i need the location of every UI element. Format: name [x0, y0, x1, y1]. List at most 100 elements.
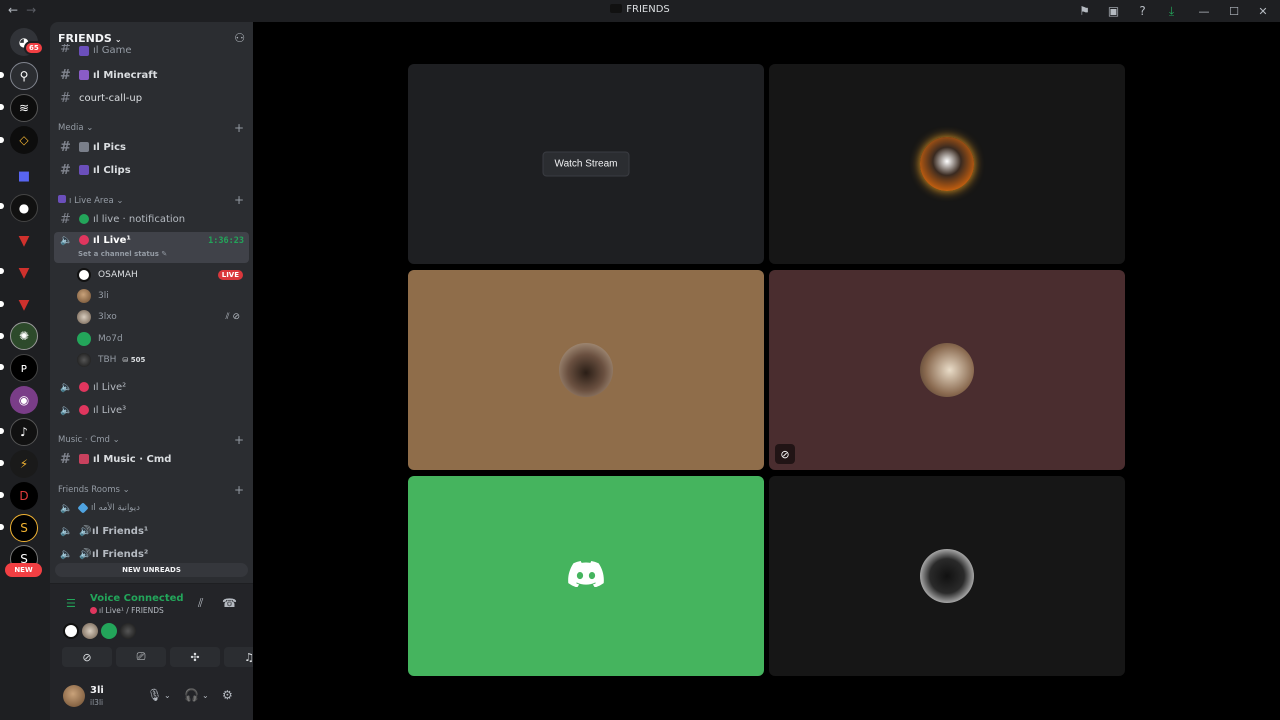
category-media[interactable]: Media ⌄ +: [58, 120, 248, 136]
title-bar: ← → FRIENDS ⚑ ▣ ? ⤓ — ☐ ✕: [0, 0, 1280, 22]
voice-connected-subtitle[interactable]: ıl Live¹ / FRIENDS: [90, 606, 164, 615]
back-arrow-icon[interactable]: ←: [8, 3, 18, 17]
participant-tile[interactable]: [408, 270, 764, 470]
category-live-area[interactable]: ı Live Area ⌄ +: [58, 192, 248, 208]
speaker-icon: 🔈: [60, 235, 73, 246]
add-channel-icon[interactable]: +: [234, 483, 244, 497]
folder-icon[interactable]: ■: [10, 162, 38, 190]
green-dot-icon: [79, 214, 89, 224]
game-emoji-icon: [79, 70, 89, 80]
maximize-button[interactable]: ☐: [1222, 5, 1246, 18]
voice-user[interactable]: OSAMAH LIVE: [77, 265, 247, 285]
server-icon[interactable]: S: [10, 514, 38, 542]
help-icon[interactable]: ?: [1128, 4, 1157, 18]
settings-gear-icon[interactable]: ⚙: [222, 688, 233, 702]
server-icon[interactable]: ▼: [10, 227, 38, 255]
new-badge[interactable]: NEW: [5, 563, 42, 577]
red-dot-icon: [90, 607, 97, 614]
red-dot-icon: [79, 382, 89, 392]
chevron-down-icon: ⌄: [112, 435, 120, 445]
avatar[interactable]: [82, 623, 98, 639]
server-icon[interactable]: ▼: [10, 291, 38, 319]
voice-channel-live2[interactable]: 🔈 ıl Live²: [54, 377, 249, 397]
activities-button[interactable]: ✣: [170, 647, 220, 667]
participant-tile[interactable]: ⊘: [769, 270, 1125, 470]
server-icon[interactable]: ▼: [10, 259, 38, 287]
server-icon[interactable]: ᴘ: [10, 354, 38, 382]
voice-channel-friends2[interactable]: 🔈 🔊 ıl Friends²: [54, 544, 249, 564]
server-icon[interactable]: ◉: [10, 386, 38, 414]
category-friends-rooms[interactable]: Friends Rooms ⌄ +: [58, 482, 248, 498]
signal-icon[interactable]: ☰: [66, 597, 76, 610]
headphones-icon[interactable]: 🎧: [184, 688, 199, 702]
stream-tile[interactable]: Watch Stream: [408, 64, 764, 264]
server-icon[interactable]: ●: [10, 194, 38, 222]
participant-tile[interactable]: [769, 64, 1125, 264]
server-icon[interactable]: D: [10, 482, 38, 510]
username: 3li: [90, 685, 104, 696]
channel-minecraft[interactable]: # ıl Minecraft: [54, 65, 249, 85]
voice-channel-diwaniya[interactable]: 🔈 ıl دیوانیة الأمه: [54, 498, 249, 518]
voice-user[interactable]: 3lxo ⫽⊘: [77, 307, 247, 327]
speaker-icon: 🔈: [60, 502, 73, 514]
invite-icon[interactable]: ⚇: [234, 31, 245, 45]
noise-suppression-icon[interactable]: ⫽: [198, 596, 203, 611]
chevron-down-icon: ⌄: [114, 34, 122, 44]
chevron-down-icon[interactable]: ⌄: [202, 691, 209, 700]
channel-court-call-up[interactable]: # court-call-up: [54, 88, 249, 108]
channel-music-cmd[interactable]: # ıl Music · Cmd: [54, 449, 249, 469]
channel-game[interactable]: # ıl Game: [54, 44, 249, 56]
channel-live-notification[interactable]: # ıl live · notification: [54, 209, 249, 229]
user-panel: 3li il3li 🎙 ⌄ 🎧 ⌄ ⚙: [50, 677, 253, 720]
add-channel-icon[interactable]: +: [234, 433, 244, 447]
minimize-button[interactable]: —: [1186, 5, 1222, 18]
server-icon[interactable]: ♪: [10, 418, 38, 446]
watch-stream-button[interactable]: Watch Stream: [542, 151, 630, 177]
red-dot-icon: [79, 235, 89, 245]
forward-arrow-icon[interactable]: →: [26, 3, 36, 17]
voice-channel-live1[interactable]: 🔈 ıl Live¹ 1:36:23 Set a channel status ✎: [54, 232, 249, 263]
server-pill: [0, 104, 4, 110]
voice-channel-friends1[interactable]: 🔈 🔊 ıl Friends¹: [54, 521, 249, 541]
home-badge: 65: [24, 41, 44, 55]
music-emoji-icon: [79, 454, 89, 464]
close-button[interactable]: ✕: [1246, 5, 1280, 18]
server-icon[interactable]: ◇: [10, 126, 38, 154]
avatar[interactable]: [101, 623, 117, 639]
chevron-down-icon: ⌄: [116, 195, 124, 206]
screen-share-button[interactable]: ⎚: [116, 647, 166, 667]
disconnect-icon[interactable]: ☎: [222, 596, 237, 610]
chevron-down-icon[interactable]: ⌄: [164, 691, 171, 700]
channel-pics[interactable]: # ıl Pics: [54, 137, 249, 157]
voice-user[interactable]: 3li: [77, 286, 247, 306]
server-icon[interactable]: ✺: [10, 322, 38, 350]
channel-clips[interactable]: # ıl Clips: [54, 160, 249, 180]
camera-off-button[interactable]: ⊘: [62, 647, 112, 667]
red-dot-icon: [79, 405, 89, 415]
microphone-icon[interactable]: 🎙: [147, 688, 162, 702]
participant-tile[interactable]: [408, 476, 764, 676]
add-channel-icon[interactable]: +: [234, 121, 244, 135]
server-icon[interactable]: ≋: [10, 94, 38, 122]
channel-status[interactable]: Set a channel status ✎: [78, 250, 167, 258]
avatar[interactable]: [63, 685, 85, 707]
download-icon[interactable]: ⤓: [1157, 4, 1186, 19]
chevron-down-icon: ⌄: [122, 485, 130, 495]
avatar[interactable]: [120, 623, 136, 639]
add-channel-icon[interactable]: +: [234, 193, 244, 207]
voice-controls: ⊘ ⎚ ✣ ♫: [62, 647, 274, 667]
category-music[interactable]: Music · Cmd ⌄ +: [58, 432, 248, 448]
avatar[interactable]: [63, 623, 79, 639]
participant-tile[interactable]: [769, 476, 1125, 676]
discord-avatar: [77, 332, 91, 346]
hash-icon: #: [60, 139, 71, 155]
voice-user[interactable]: TBH ⛁ 505: [77, 350, 247, 370]
server-icon[interactable]: ⚲: [10, 62, 38, 90]
voice-user[interactable]: Mo7d: [77, 329, 247, 349]
server-icon[interactable]: ⚡: [10, 450, 38, 478]
user-status: il3li: [90, 698, 104, 707]
new-unreads-bar[interactable]: NEW UNREADS: [55, 563, 248, 577]
voice-channel-live3[interactable]: 🔈 ıl Live³: [54, 400, 249, 420]
inbox-icon[interactable]: ⚑: [1070, 4, 1099, 18]
screen-icon[interactable]: ▣: [1099, 4, 1128, 18]
